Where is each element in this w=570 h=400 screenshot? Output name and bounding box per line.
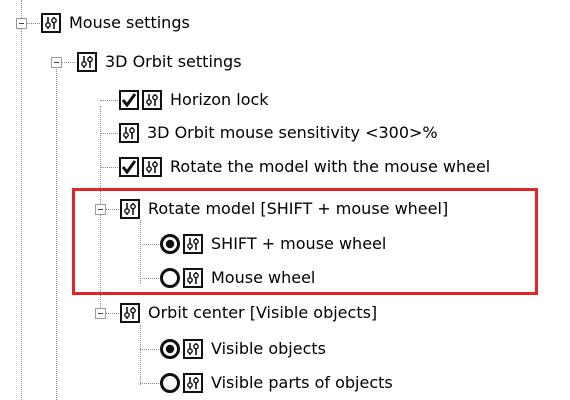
- radio-selected-icon[interactable]: [159, 233, 181, 255]
- checkbox-checked-icon[interactable]: [118, 156, 140, 178]
- settings-slider-icon: [182, 267, 204, 289]
- radio-option-visible-objects[interactable]: Visible objects: [159, 337, 326, 361]
- settings-tree: Mouse settings 3D Orbit settings Horizon…: [0, 0, 570, 400]
- tree-node-label: Rotate model [SHIFT + mouse wheel]: [148, 199, 449, 218]
- settings-slider-icon: [182, 372, 204, 394]
- tree-line: [106, 313, 119, 314]
- radio-option-label: Visible parts of objects: [211, 373, 393, 392]
- tree-node-rotate-model[interactable]: Rotate model [SHIFT + mouse wheel]: [119, 197, 448, 221]
- tree-line: [27, 23, 40, 24]
- tree-node-orbit-sensitivity[interactable]: 3D Orbit mouse sensitivity <300>%: [118, 121, 438, 145]
- tree-line: [62, 62, 75, 63]
- tree-node-orbit-settings[interactable]: 3D Orbit settings: [76, 50, 242, 74]
- settings-slider-icon: [118, 122, 140, 144]
- radio-selected-icon[interactable]: [159, 338, 181, 360]
- settings-slider-icon: [119, 302, 141, 324]
- tree-node-horizon-lock[interactable]: Horizon lock: [118, 88, 269, 112]
- settings-slider-icon: [40, 12, 62, 34]
- tree-line: [21, 0, 22, 400]
- tree-line: [140, 349, 159, 350]
- collapse-toggle-orbit-center[interactable]: [95, 308, 106, 319]
- tree-node-mouse-settings[interactable]: Mouse settings: [40, 11, 190, 35]
- tree-node-label: Rotate the model with the mouse wheel: [170, 157, 491, 176]
- radio-option-shift-wheel[interactable]: SHIFT + mouse wheel: [159, 232, 386, 256]
- radio-option-mouse-wheel[interactable]: Mouse wheel: [159, 266, 315, 290]
- tree-line: [140, 244, 159, 245]
- tree-line: [100, 100, 118, 101]
- tree-line: [100, 133, 118, 134]
- tree-line: [140, 383, 159, 384]
- tree-line: [140, 220, 141, 283]
- collapse-toggle-rotate-model[interactable]: [95, 204, 106, 215]
- tree-node-label: Horizon lock: [170, 90, 269, 109]
- tree-node-orbit-center[interactable]: Orbit center [Visible objects]: [119, 301, 377, 325]
- radio-option-label: Mouse wheel: [211, 268, 316, 287]
- collapse-toggle-mouse-settings[interactable]: [16, 18, 27, 29]
- settings-slider-icon: [182, 233, 204, 255]
- tree-node-label: Mouse settings: [69, 13, 190, 32]
- tree-node-rotate-with-wheel[interactable]: Rotate the model with the mouse wheel: [118, 155, 490, 179]
- radio-unselected-icon[interactable]: [159, 267, 181, 289]
- settings-slider-icon: [141, 89, 163, 111]
- radio-option-label: Visible objects: [211, 339, 326, 358]
- settings-slider-icon: [182, 338, 204, 360]
- radio-option-label: SHIFT + mouse wheel: [211, 234, 387, 253]
- settings-slider-icon: [119, 198, 141, 220]
- tree-node-label: 3D Orbit mouse sensitivity <300>%: [147, 123, 438, 142]
- tree-line: [140, 325, 141, 385]
- checkbox-checked-icon[interactable]: [118, 89, 140, 111]
- settings-slider-icon: [76, 51, 98, 73]
- radio-unselected-icon[interactable]: [159, 372, 181, 394]
- tree-line: [56, 66, 57, 400]
- tree-node-label: 3D Orbit settings: [105, 52, 242, 71]
- tree-node-label: Orbit center [Visible objects]: [148, 303, 378, 322]
- tree-line: [106, 209, 119, 210]
- tree-line: [140, 278, 159, 279]
- radio-option-visible-parts[interactable]: Visible parts of objects: [159, 371, 393, 395]
- settings-slider-icon: [141, 156, 163, 178]
- collapse-toggle-orbit-settings[interactable]: [51, 57, 62, 68]
- tree-line: [100, 167, 118, 168]
